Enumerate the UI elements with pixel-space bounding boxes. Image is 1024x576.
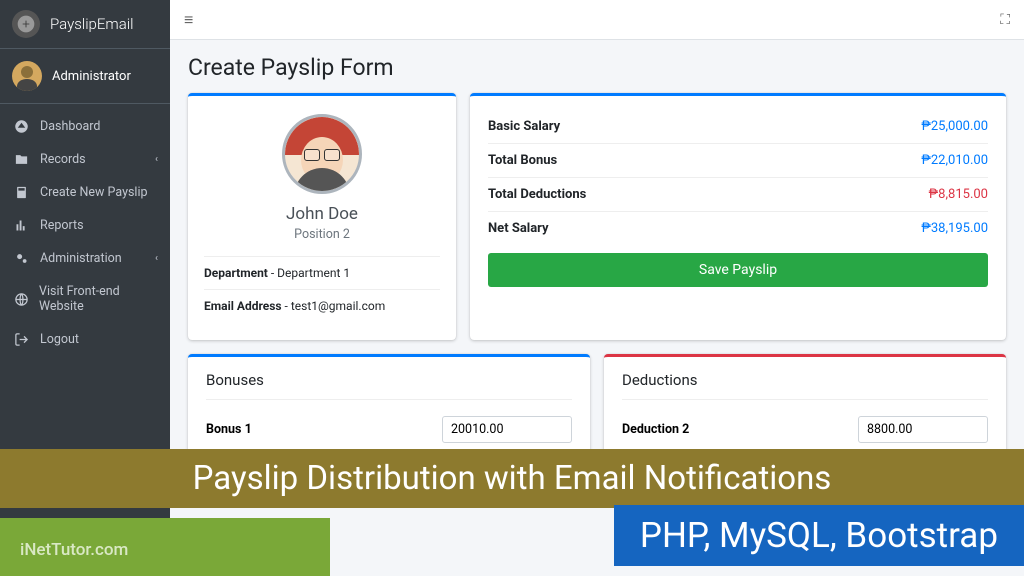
- sidebar-item-dashboard[interactable]: Dashboard: [0, 110, 170, 143]
- watermark: iNetTutor.com: [20, 540, 128, 560]
- brand-name: PayslipEmail: [50, 15, 134, 33]
- nav-label: Administration: [40, 251, 122, 266]
- bonuses-title: Bonuses: [206, 371, 572, 400]
- summary-row-deductions: Total Deductions ₱8,815.00: [488, 178, 988, 212]
- sidebar-item-administration[interactable]: Administration ‹: [0, 242, 170, 275]
- overlay-banner: Payslip Distribution with Email Notifica…: [0, 449, 1024, 508]
- deduction-label: Deduction 2: [622, 422, 689, 437]
- user-avatar-icon: [12, 61, 42, 91]
- profile-department: Department - Department 1: [204, 256, 440, 289]
- profile-email: Email Address - test1@gmail.com: [204, 289, 440, 322]
- profile-panel: John Doe Position 2 Department - Departm…: [188, 93, 456, 340]
- user-panel[interactable]: Administrator: [0, 49, 170, 104]
- sidebar-item-create-payslip[interactable]: Create New Payslip: [0, 176, 170, 209]
- profile-name: John Doe: [204, 204, 440, 224]
- hamburger-icon[interactable]: ≡: [184, 10, 193, 30]
- dashboard-icon: [14, 119, 30, 134]
- summary-row-bonus: Total Bonus ₱22,010.00: [488, 144, 988, 178]
- sidebar-item-records[interactable]: Records ‹: [0, 143, 170, 176]
- deduction-input[interactable]: [858, 416, 988, 443]
- calculator-icon: [14, 185, 30, 200]
- bonuses-panel: Bonuses Bonus 1: [188, 354, 590, 457]
- save-payslip-button[interactable]: Save Payslip: [488, 253, 988, 287]
- nav-label: Logout: [40, 332, 79, 347]
- brand-logo-icon: [12, 10, 40, 38]
- nav-label: Create New Payslip: [40, 185, 148, 200]
- deduction-row: Deduction 2: [622, 416, 988, 443]
- page-title: Create Payslip Form: [188, 54, 1006, 81]
- user-name: Administrator: [52, 69, 131, 84]
- bonus-input[interactable]: [442, 416, 572, 443]
- expand-icon[interactable]: ⛶: [1000, 12, 1010, 28]
- sidebar-item-frontend[interactable]: Visit Front-end Website: [0, 275, 170, 323]
- summary-row-basic: Basic Salary ₱25,000.00: [488, 110, 988, 144]
- brand: PayslipEmail: [0, 0, 170, 49]
- chevron-left-icon: ‹: [155, 253, 158, 264]
- nav-label: Records: [40, 152, 86, 167]
- profile-position: Position 2: [204, 227, 440, 242]
- topbar: ≡ ⛶: [170, 0, 1024, 40]
- folder-icon: [14, 152, 30, 167]
- deductions-panel: Deductions Deduction 2: [604, 354, 1006, 457]
- bonus-row: Bonus 1: [206, 416, 572, 443]
- profile-avatar-icon: [282, 114, 362, 194]
- nav-label: Reports: [40, 218, 84, 233]
- sidebar-item-reports[interactable]: Reports: [0, 209, 170, 242]
- globe-icon: [14, 292, 29, 307]
- chart-icon: [14, 218, 30, 233]
- nav-label: Visit Front-end Website: [39, 284, 156, 314]
- cogs-icon: [14, 251, 30, 266]
- nav-menu: Dashboard Records ‹ Create New Payslip R…: [0, 104, 170, 362]
- deductions-title: Deductions: [622, 371, 988, 400]
- overlay-sub: PHP, MySQL, Bootstrap: [614, 505, 1024, 566]
- logout-icon: [14, 332, 30, 347]
- sidebar-item-logout[interactable]: Logout: [0, 323, 170, 356]
- summary-row-net: Net Salary ₱38,195.00: [488, 212, 988, 245]
- nav-label: Dashboard: [40, 119, 100, 134]
- bonus-label: Bonus 1: [206, 422, 252, 437]
- chevron-left-icon: ‹: [155, 154, 158, 165]
- summary-panel: Basic Salary ₱25,000.00 Total Bonus ₱22,…: [470, 93, 1006, 340]
